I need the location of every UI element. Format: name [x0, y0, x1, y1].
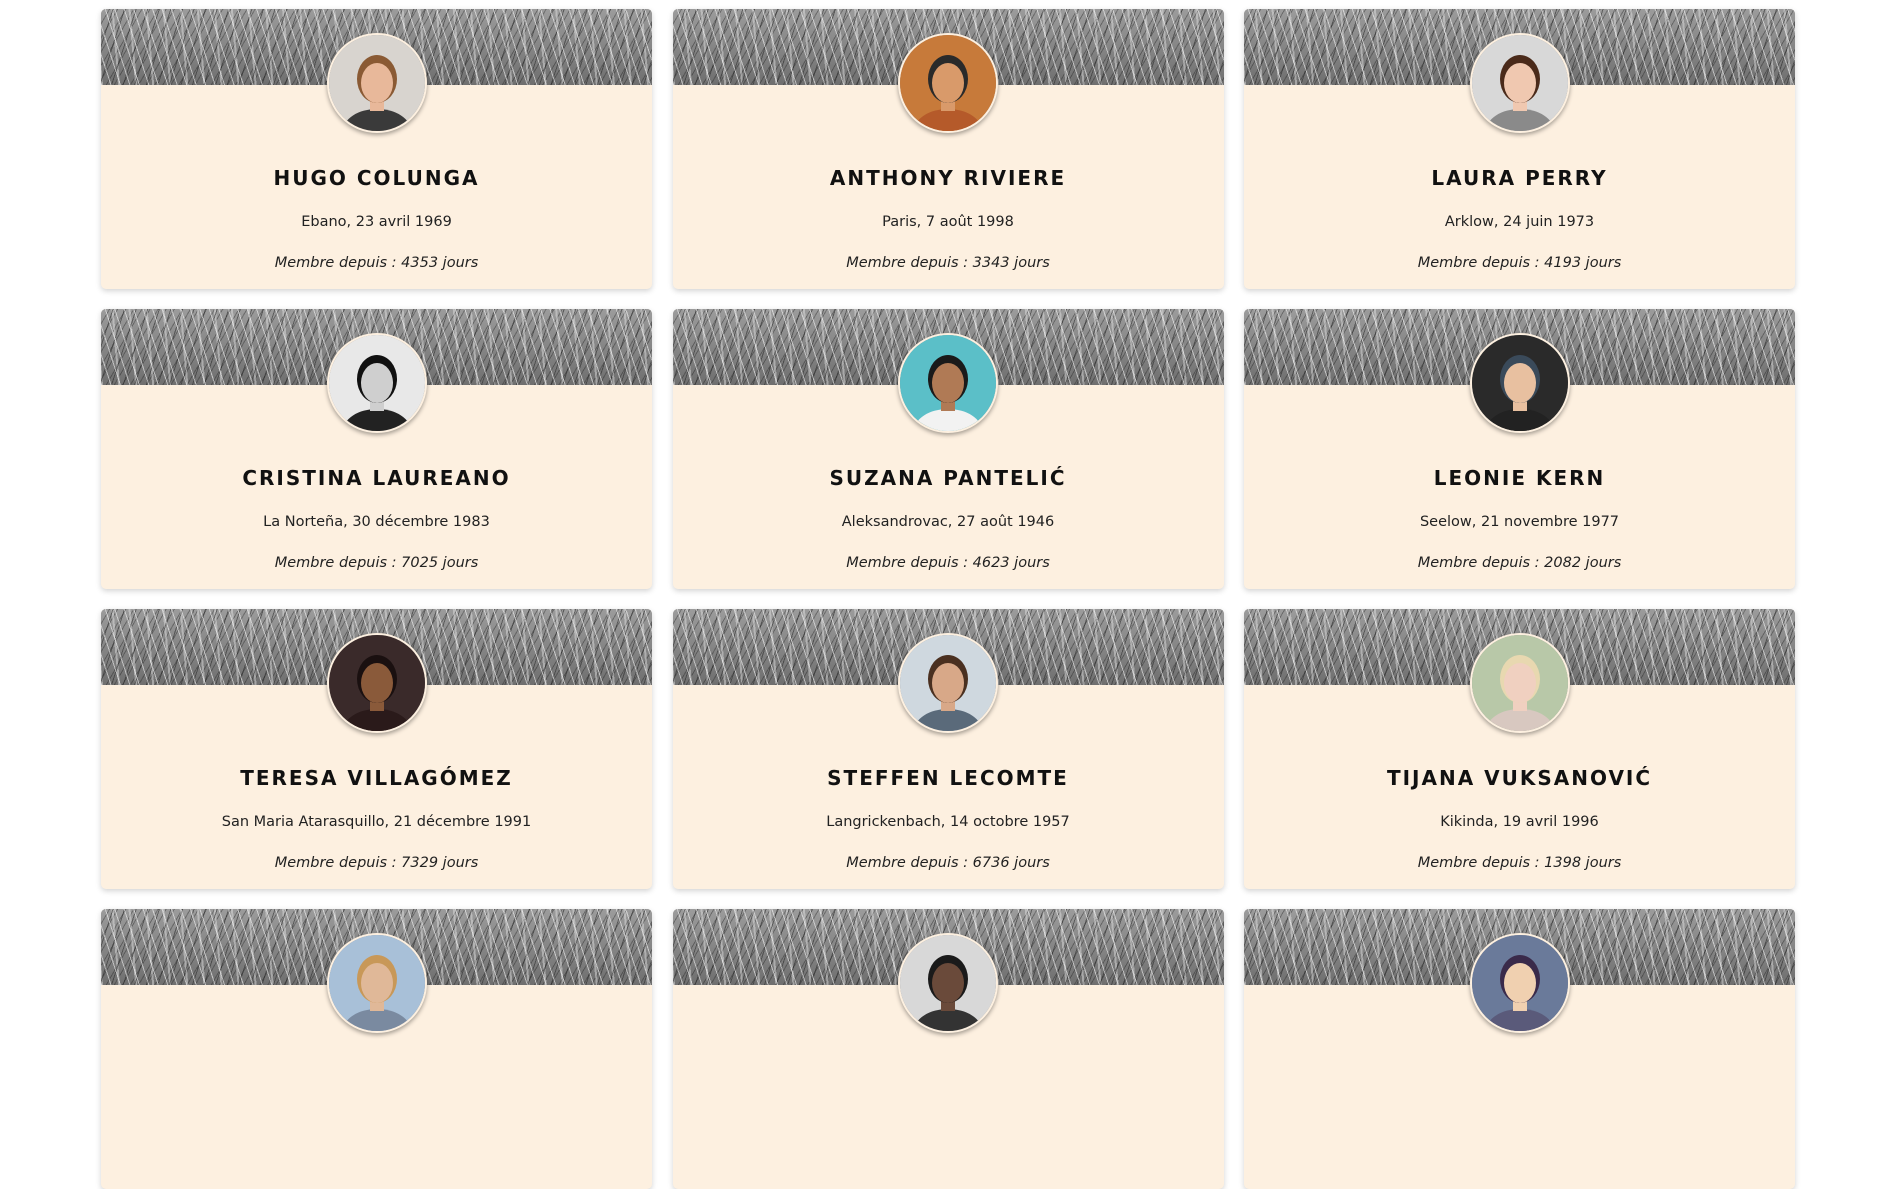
- member-birthplace-date: Seelow, 21 novembre 1977: [1419, 514, 1620, 530]
- member-since: Membre depuis : 4193 jours: [1244, 255, 1795, 271]
- member-avatar[interactable]: [1469, 633, 1570, 733]
- member-card[interactable]: TIJANA VUKSANOVIĆ Kikinda, 19 avril 1996 M…: [1244, 609, 1795, 889]
- member-avatar[interactable]: [1469, 33, 1570, 133]
- member-card[interactable]: LAURA PERRY Arklow, 24 juin 1973 Membre de…: [1244, 9, 1795, 289]
- member-since-suffix: jours: [1581, 855, 1622, 871]
- member-avatar[interactable]: [898, 333, 998, 433]
- member-name: STEFFEN LECOMTE: [827, 766, 1069, 790]
- member-name: ANTHONY RIVIERE: [829, 166, 1067, 190]
- member-avatar[interactable]: [326, 633, 427, 733]
- member-card[interactable]: STEFFEN LECOMTE Langrickenbach, 14 octobr…: [672, 609, 1224, 889]
- member-name: LAURA PERRY: [1431, 166, 1608, 190]
- member-since-days: 3343: [972, 255, 1010, 271]
- member-birthplace-date: Aleksandrovac, 27 août 1946: [841, 514, 1055, 530]
- member-name: TERESA VILLAGÓMEZ: [240, 766, 513, 790]
- member-card[interactable]: [672, 909, 1224, 1189]
- member-birthplace-date: Ebano, 23 avril 1969: [301, 214, 452, 230]
- member-since-prefix: Membre depuis :: [274, 255, 402, 271]
- member-avatar[interactable]: [1469, 333, 1570, 433]
- member-since: Membre depuis : 7329 jours: [101, 855, 652, 871]
- member-since-suffix: jours: [1009, 855, 1050, 871]
- member-since-days: 6736: [972, 855, 1010, 871]
- member-since: Membre depuis : 1398 jours: [1244, 855, 1795, 871]
- member-name: HUGO COLUNGA: [273, 166, 480, 190]
- member-since-prefix: Membre depuis :: [1417, 255, 1545, 271]
- member-birthplace-date: La Norteña, 30 décembre 1983: [263, 514, 490, 530]
- member-since-prefix: Membre depuis :: [274, 855, 402, 871]
- member-since-suffix: jours: [1009, 555, 1050, 571]
- member-since-suffix: jours: [1581, 555, 1622, 571]
- member-birthplace-date: Kikinda, 19 avril 1996: [1440, 814, 1599, 830]
- member-since: Membre depuis : 4353 jours: [101, 255, 652, 271]
- member-since-suffix: jours: [1009, 255, 1050, 271]
- member-card[interactable]: LEONIE KERN Seelow, 21 novembre 1977 Membr…: [1244, 309, 1795, 589]
- member-since-prefix: Membre depuis :: [1417, 855, 1545, 871]
- member-since-suffix: jours: [438, 555, 479, 571]
- member-avatar[interactable]: [326, 933, 427, 1033]
- member-since-suffix: jours: [438, 255, 479, 271]
- member-since-prefix: Membre depuis :: [846, 555, 973, 571]
- member-card[interactable]: HUGO COLUNGA Ebano, 23 avril 1969 Membre d…: [101, 9, 652, 289]
- member-since-suffix: jours: [1581, 255, 1622, 271]
- member-since: Membre depuis : 6736 jours: [673, 855, 1224, 871]
- member-birthplace-date: Arklow, 24 juin 1973: [1444, 214, 1595, 230]
- member-since-days: 2082: [1544, 555, 1582, 571]
- member-avatar[interactable]: [898, 633, 998, 733]
- member-since-days: 1398: [1544, 855, 1582, 871]
- member-card[interactable]: TERESA VILLAGÓMEZ San Maria Atarasquillo,…: [101, 609, 652, 889]
- member-avatar[interactable]: [1469, 933, 1570, 1033]
- member-since: Membre depuis : 2082 jours: [1244, 555, 1795, 571]
- member-since-days: 4353: [401, 255, 439, 271]
- member-since-suffix: jours: [438, 855, 479, 871]
- member-since: Membre depuis : 3343 jours: [673, 255, 1224, 271]
- member-card[interactable]: ANTHONY RIVIERE Paris, 7 août 1998 Membre …: [672, 9, 1224, 289]
- member-avatar[interactable]: [326, 33, 427, 133]
- member-since: Membre depuis : 4623 jours: [673, 555, 1224, 571]
- member-card[interactable]: SUZANA PANTELIĆ Aleksandrovac, 27 août 19…: [672, 309, 1224, 589]
- member-birthplace-date: Langrickenbach, 14 octobre 1957: [826, 814, 1070, 830]
- member-since-prefix: Membre depuis :: [274, 555, 402, 571]
- member-card[interactable]: [101, 909, 652, 1189]
- member-name: SUZANA PANTELIĆ: [829, 466, 1067, 490]
- member-name: TIJANA VUKSANOVIĆ: [1386, 766, 1653, 790]
- member-card[interactable]: CRISTINA LAUREANO La Norteña, 30 décembre…: [101, 309, 652, 589]
- member-since-days: 7025: [401, 555, 439, 571]
- member-birthplace-date: Paris, 7 août 1998: [882, 214, 1014, 230]
- member-since: Membre depuis : 7025 jours: [101, 555, 652, 571]
- member-avatar[interactable]: [326, 333, 427, 433]
- member-since-days: 4623: [972, 555, 1010, 571]
- member-card[interactable]: [1244, 909, 1795, 1189]
- member-since-days: 7329: [401, 855, 439, 871]
- member-avatar[interactable]: [898, 933, 998, 1033]
- member-since-days: 4193: [1544, 255, 1582, 271]
- member-since-prefix: Membre depuis :: [846, 855, 973, 871]
- member-avatar[interactable]: [898, 33, 998, 133]
- member-card-grid: HUGO COLUNGA Ebano, 23 avril 1969 Membre d…: [101, 9, 1795, 1189]
- member-since-prefix: Membre depuis :: [846, 255, 973, 271]
- member-name: CRISTINA LAUREANO: [242, 466, 511, 490]
- member-since-prefix: Membre depuis :: [1417, 555, 1545, 571]
- member-name: LEONIE KERN: [1433, 466, 1606, 490]
- member-birthplace-date: San Maria Atarasquillo, 21 décembre 1991: [221, 814, 532, 830]
